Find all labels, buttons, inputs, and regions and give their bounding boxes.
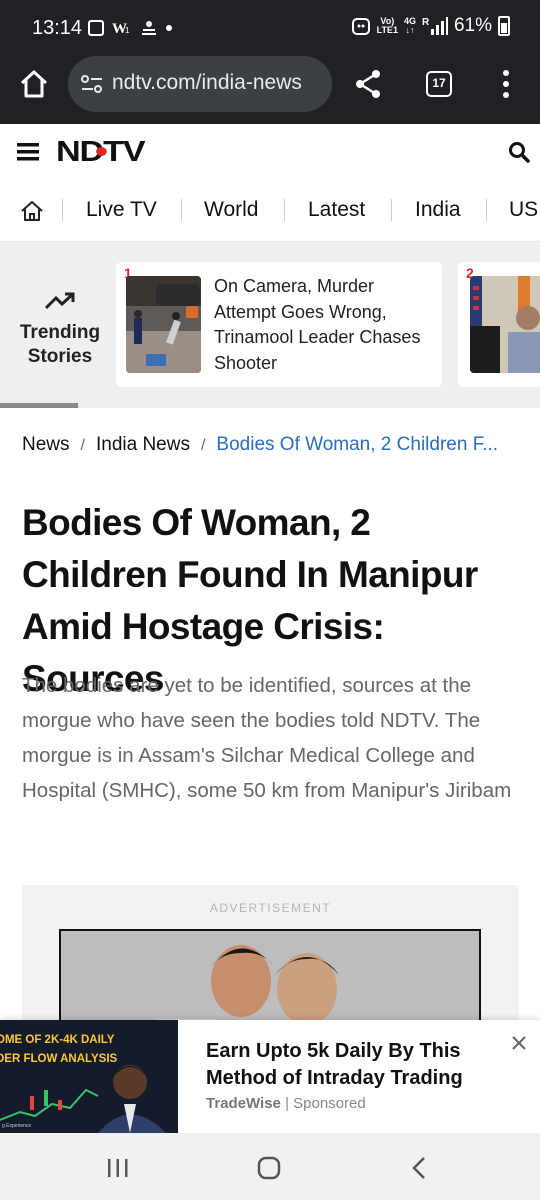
home-icon[interactable] bbox=[18, 68, 50, 100]
logo-dot bbox=[96, 147, 107, 156]
sponsored-image[interactable]: OME OF 2K-4K DAILY DER FLOW ANALYSIS g E… bbox=[0, 1020, 178, 1133]
status-time: 13:14 bbox=[32, 17, 83, 39]
section-nav: Live TV World Latest India US bbox=[0, 180, 540, 242]
menu-icon[interactable] bbox=[17, 143, 39, 161]
nav-home-icon[interactable] bbox=[20, 200, 44, 222]
status-notification-icons: W1 bbox=[88, 19, 172, 37]
network-type: 4G ↓↑ bbox=[404, 17, 416, 35]
nav-separator bbox=[284, 199, 285, 221]
recents-icon[interactable] bbox=[106, 1157, 130, 1179]
status-right: Vo) LTE1 4G ↓↑ R 61% bbox=[351, 15, 510, 37]
breadcrumb: News / India News / Bodies Of Woman, 2 Child… bbox=[22, 434, 498, 456]
wifi-signal-icon: R bbox=[422, 17, 448, 35]
sponsored-meta: TradeWise | Sponsored bbox=[206, 1095, 366, 1112]
sponsored-divider: | bbox=[280, 1095, 294, 1112]
system-navigation-bar bbox=[0, 1133, 540, 1200]
close-icon[interactable] bbox=[511, 1035, 527, 1051]
battery-percent: 61% bbox=[453, 15, 492, 36]
advertisement-box: ADVERTISEMENT bbox=[22, 885, 519, 1035]
notification-dot-icon bbox=[166, 25, 172, 31]
sponsored-image-text: DER FLOW ANALYSIS bbox=[0, 1053, 118, 1065]
sponsored-banner[interactable]: OME OF 2K-4K DAILY DER FLOW ANALYSIS g E… bbox=[0, 1020, 540, 1133]
back-icon[interactable] bbox=[410, 1156, 430, 1180]
nav-separator bbox=[62, 199, 63, 221]
trending-card[interactable]: 2 bbox=[458, 262, 540, 387]
battery-icon bbox=[498, 16, 510, 36]
thumbnail-image bbox=[126, 276, 201, 373]
trending-icon bbox=[44, 292, 75, 310]
image-icon bbox=[88, 20, 104, 36]
sponsored-advertiser[interactable]: TradeWise bbox=[206, 1095, 281, 1112]
url-text[interactable]: ndtv.com/india-news bbox=[112, 71, 302, 95]
trending-label-line2: Stories bbox=[27, 346, 93, 367]
breadcrumb-india-news[interactable]: India News bbox=[96, 434, 190, 455]
volte-bottom: LTE1 bbox=[376, 25, 398, 35]
tabs-icon[interactable]: 17 bbox=[426, 71, 452, 97]
trending-scroll-indicator bbox=[0, 403, 78, 408]
breadcrumb-separator: / bbox=[200, 437, 206, 454]
nav-separator bbox=[181, 199, 182, 221]
roaming-r: R bbox=[422, 17, 430, 28]
site-header: NDTV bbox=[0, 124, 540, 180]
address-bar[interactable]: ndtv.com/india-news bbox=[68, 56, 332, 112]
sponsored-image-footer: g Experience bbox=[2, 1123, 32, 1129]
w-app-icon: W1 bbox=[112, 21, 130, 37]
nav-item-us[interactable]: US bbox=[509, 198, 538, 222]
sponsored-image-text: OME OF 2K-4K DAILY bbox=[0, 1034, 115, 1046]
trending-card[interactable]: 1 On Camera, Murder Attempt Goes Wrong, … bbox=[116, 262, 442, 387]
nav-separator bbox=[486, 199, 487, 221]
breadcrumb-separator: / bbox=[80, 437, 85, 454]
nav-item-world[interactable]: World bbox=[204, 198, 258, 222]
nav-item-live-tv[interactable]: Live TV bbox=[86, 198, 157, 222]
volte-indicator: Vo) LTE1 bbox=[377, 17, 398, 35]
trending-label: Trending Stories bbox=[12, 321, 108, 369]
advertisement-label: ADVERTISEMENT bbox=[209, 901, 332, 915]
trending-thumbnail[interactable] bbox=[126, 276, 201, 373]
article-summary: The bodies are yet to be identified, sou… bbox=[22, 674, 512, 802]
nav-separator bbox=[391, 199, 392, 221]
search-icon[interactable] bbox=[508, 141, 530, 163]
ndtv-logo[interactable]: NDTV bbox=[56, 136, 146, 169]
alarm-icon bbox=[351, 18, 370, 35]
trending-stories: Trending Stories 1 On Camera, Murder Att… bbox=[0, 243, 540, 408]
status-bar: 13:14 W1 Vo) LTE1 4G ↓↑ R 61% bbox=[0, 0, 540, 56]
share-icon[interactable] bbox=[352, 68, 384, 100]
trending-label-line1: Trending bbox=[19, 322, 101, 343]
app-icon bbox=[142, 21, 156, 35]
browser-toolbar: ndtv.com/india-news 17 bbox=[0, 56, 540, 124]
trending-title[interactable]: On Camera, Murder Attempt Goes Wrong, Tr… bbox=[214, 274, 436, 376]
nav-item-latest[interactable]: Latest bbox=[308, 198, 365, 222]
sponsored-tag: Sponsored bbox=[293, 1095, 366, 1112]
breadcrumb-current[interactable]: Bodies Of Woman, 2 Children F... bbox=[216, 434, 498, 455]
home-nav-icon[interactable] bbox=[256, 1155, 282, 1181]
more-icon[interactable] bbox=[494, 68, 518, 100]
thumbnail-image bbox=[470, 276, 540, 373]
data-arrows: ↓↑ bbox=[405, 25, 415, 35]
breadcrumb-news[interactable]: News bbox=[22, 434, 70, 455]
svg-text:1: 1 bbox=[125, 26, 130, 35]
sponsored-title[interactable]: Earn Upto 5k Daily By This Method of Int… bbox=[206, 1038, 506, 1092]
nav-item-india[interactable]: India bbox=[415, 198, 461, 222]
trending-thumbnail[interactable] bbox=[470, 276, 540, 373]
site-settings-icon[interactable] bbox=[81, 75, 103, 93]
